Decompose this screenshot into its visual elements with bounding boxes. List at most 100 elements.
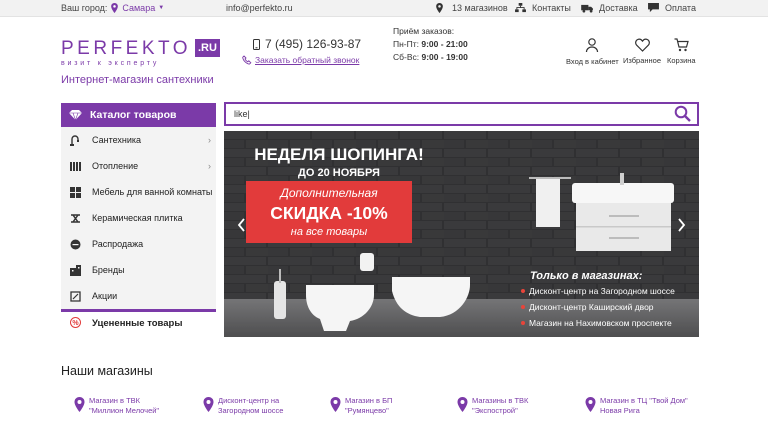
promo-icon (70, 290, 81, 302)
catalog-item-heating[interactable]: Отопление › (61, 153, 216, 179)
contacts-link[interactable]: Контакты (515, 3, 571, 13)
chevron-right-icon: › (208, 135, 211, 145)
chevron-down-icon: ▼ (158, 5, 165, 11)
promo-line1: Дополнительная (278, 186, 378, 200)
catalog-item-label: Сантехника (92, 135, 142, 145)
store-line2: Новая Рига (600, 406, 640, 415)
favorites-label: Избранное (623, 56, 662, 65)
weekday-label: Пн-Пт: (393, 39, 419, 49)
store-link[interactable]: Магазин в ТЦ "Твой Дом" Новая Рига (585, 396, 688, 416)
city-selector[interactable]: Ваш город: Самара ▼ (61, 3, 164, 13)
bullet-icon (521, 321, 525, 325)
catalog-item-brands[interactable]: Бренды (61, 257, 216, 283)
promo-line2: СКИДКА -10% (270, 203, 388, 223)
location-pin-icon (457, 397, 468, 412)
catalog-item-label: Мебель для ванной комнаты (92, 187, 213, 197)
delivery-text[interactable]: Доставка (599, 3, 638, 13)
cart-button[interactable]: Корзина (667, 38, 696, 65)
stores-count-text[interactable]: 13 магазинов (452, 3, 508, 13)
store-link[interactable]: Магазины в ТВК "Экспострой" (457, 396, 528, 416)
bullet-icon (521, 305, 525, 309)
store-line1: Магазин в БП (345, 396, 393, 405)
chat-icon (648, 3, 659, 13)
catalog-item-discounted[interactable]: % Уцененные товары (61, 309, 216, 335)
email-text[interactable]: info@perfekto.ru (226, 3, 293, 13)
tile-icon (70, 213, 81, 224)
banner-store-item: Дисконт-центр Каширский двор (529, 302, 654, 312)
delivery-link[interactable]: Доставка (581, 3, 638, 13)
site-subtitle: Интернет-магазин сантехники (61, 74, 214, 86)
stores-count-link[interactable]: 13 магазинов (435, 3, 508, 13)
catalog-item-label: Бренды (92, 265, 125, 275)
search-input[interactable] (226, 104, 656, 124)
svg-text:%: % (72, 320, 79, 327)
site-logo[interactable]: PERFEKTO .RU визит к эксперту (61, 38, 220, 67)
chevron-right-icon: › (208, 161, 211, 171)
catalog-item-promotions[interactable]: Акции (61, 283, 216, 309)
discounted-label: Уцененные товары (92, 318, 183, 329)
catalog-item-label: Распродажа (92, 239, 144, 249)
payment-link[interactable]: Оплата (648, 3, 696, 13)
phone-block[interactable]: 7 (495) 126-93-87 (253, 37, 361, 51)
hours-weekday: Пн-Пт: 9:00 - 21:00 (393, 38, 468, 51)
hours-title: Приём заказов: (393, 26, 455, 36)
catalog-item-plumbing[interactable]: Сантехника › (61, 127, 216, 153)
location-pin-icon (203, 397, 214, 412)
account-button[interactable]: Вход в кабинет (566, 38, 619, 66)
store-line1: Магазины в ТВК (472, 396, 529, 405)
store-line1: Дисконт-центр на (218, 396, 280, 405)
banner-until: ДО 20 НОЯБРЯ (298, 167, 380, 179)
location-pin-icon (74, 397, 85, 412)
store-link[interactable]: Магазин в БП "Румянцево" (330, 396, 392, 416)
diamond-icon (69, 110, 82, 120)
banner-headline: НЕДЕЛЯ ШОПИНГА! (254, 145, 423, 164)
cabinet-icon (70, 186, 81, 198)
order-hours: Приём заказов: Пн-Пт: 9:00 - 21:00 Сб-Вс… (393, 25, 468, 64)
cart-icon (674, 38, 689, 52)
store-line2: "Румянцево" (345, 406, 389, 415)
mobile-phone-icon (253, 38, 260, 50)
cart-label: Корзина (667, 56, 696, 65)
radiator-icon (70, 161, 81, 172)
logo-tagline: визит к эксперту (61, 60, 160, 67)
weekday-time: 9:00 - 21:00 (421, 39, 468, 49)
phone-callback-icon (242, 55, 252, 65)
callback-text[interactable]: Заказать обратный звонок (255, 55, 359, 65)
callback-link[interactable]: Заказать обратный звонок (242, 55, 359, 65)
email-link[interactable]: info@perfekto.ru (226, 3, 293, 13)
payment-text[interactable]: Оплата (665, 3, 696, 13)
catalog-item-bathroom-furniture[interactable]: Мебель для ванной комнаты (61, 179, 216, 205)
contacts-text[interactable]: Контакты (532, 3, 571, 13)
account-label: Вход в кабинет (566, 57, 619, 66)
store-line2: Загородном шоссе (218, 406, 284, 415)
catalog-header[interactable]: Каталог товаров (61, 103, 216, 127)
top-bar: Ваш город: Самара ▼ info@perfekto.ru 13 … (0, 0, 768, 17)
store-link[interactable]: Магазин в ТВК "Миллион Мелочей" (74, 396, 159, 416)
search-button[interactable] (674, 105, 691, 127)
location-pin-icon (436, 3, 443, 13)
store-link[interactable]: Дисконт-центр на Загородном шоссе (203, 396, 283, 416)
phone-number[interactable]: 7 (495) 126-93-87 (265, 37, 361, 51)
favorites-button[interactable]: Избранное (623, 38, 661, 65)
promo-banner[interactable]: НЕДЕЛЯ ШОПИНГА! ДО 20 НОЯБРЯ Дополнитель… (224, 131, 699, 337)
heart-icon (634, 38, 650, 52)
location-pin-icon (330, 397, 341, 412)
catalog-sidebar: Каталог товаров Сантехника › Отопление ›… (61, 103, 216, 337)
toilet-paper (360, 253, 374, 271)
catalog-item-ceramic-tile[interactable]: Керамическая плитка (61, 205, 216, 231)
location-pin-icon (585, 397, 596, 412)
banner-stores-title: Только в магазинах: (530, 270, 643, 282)
city-name[interactable]: Самара (122, 3, 155, 13)
search-icon (674, 105, 691, 122)
hours-weekend: Сб-Вс: 9:00 - 19:00 (393, 51, 468, 64)
city-label: Ваш город: (61, 3, 108, 13)
sale-icon (70, 239, 81, 250)
logo-ru-badge: .RU (195, 39, 220, 57)
weekend-label: Сб-Вс: (393, 52, 420, 62)
promo-line3: на все товары (291, 226, 367, 238)
catalog-title: Каталог товаров (90, 109, 177, 121)
faucet-icon (70, 134, 81, 146)
catalog-item-sale[interactable]: Распродажа (61, 231, 216, 257)
banner-store-item: Магазин на Нахимовском проспекте (529, 318, 672, 328)
banner-store-item: Дисконт-центр на Загородном шоссе (529, 286, 675, 296)
